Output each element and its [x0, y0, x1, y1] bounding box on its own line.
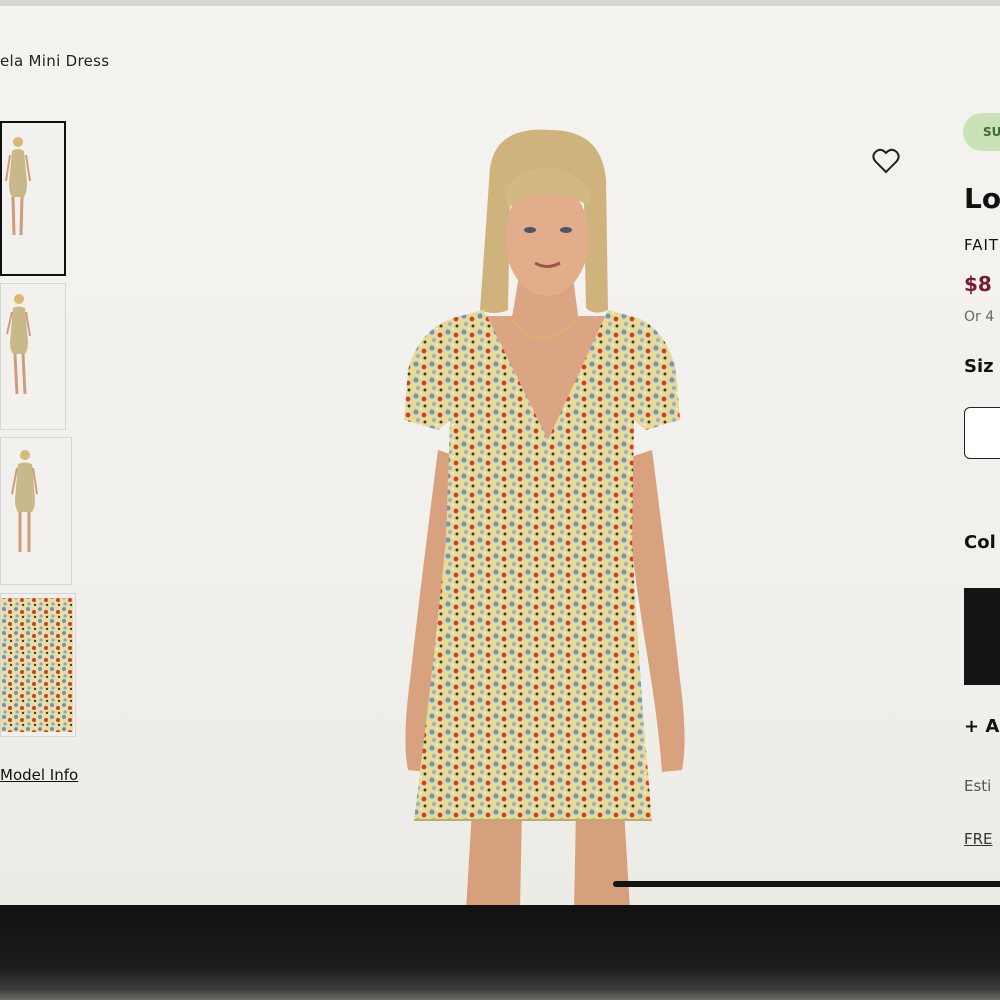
delivery-estimate: Esti	[964, 777, 992, 795]
screen: ela Mini Dress Model Info SU Lo FAIT $8 …	[0, 0, 1000, 912]
product-price: $8	[964, 272, 992, 296]
installment-text: Or 4	[964, 309, 995, 325]
sale-badge: SU	[963, 113, 1000, 151]
thumbnail-image	[1, 284, 65, 429]
size-option-button[interactable]	[964, 407, 1000, 459]
brand-name[interactable]: FAIT	[964, 236, 999, 254]
product-main-image	[404, 129, 685, 910]
screen-top-edge	[0, 0, 1000, 6]
heart-outline-icon[interactable]	[872, 148, 900, 174]
thumbnail-fabric-detail[interactable]	[0, 593, 76, 737]
color-label: Col	[964, 532, 996, 553]
product-title: Lo	[964, 182, 1000, 215]
monitor-bezel	[0, 905, 1000, 1000]
thumbnail-image	[1, 598, 73, 732]
horizontal-scrollbar[interactable]	[613, 881, 1000, 887]
thumbnail-front-view[interactable]	[0, 121, 66, 276]
free-shipping-link[interactable]: FRE	[964, 830, 993, 848]
size-label: Siz	[964, 356, 994, 377]
thumbnail-image	[2, 123, 64, 274]
thumbnail-back-view[interactable]	[0, 437, 72, 585]
add-link[interactable]: + A	[964, 716, 999, 737]
model-info-link[interactable]: Model Info	[0, 766, 78, 784]
color-swatch-black[interactable]	[964, 588, 1000, 685]
breadcrumb[interactable]: ela Mini Dress	[0, 52, 109, 70]
thumbnail-side-view[interactable]	[0, 283, 66, 430]
thumbnail-image	[1, 438, 71, 584]
